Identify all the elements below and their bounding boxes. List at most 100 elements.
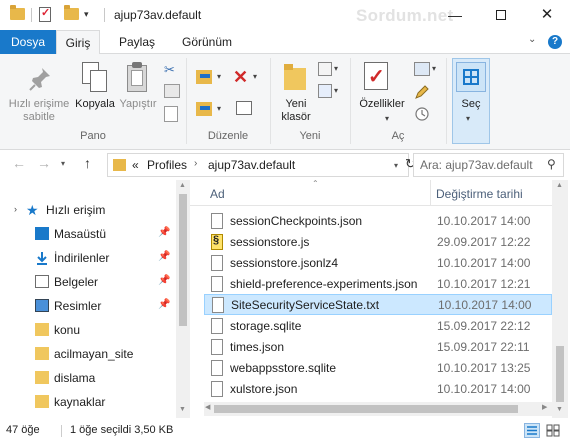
table-row[interactable]: xulstore.json 10.10.2017 14:00 xyxy=(204,379,552,400)
sidebar-item-documents[interactable]: Belgeler 📌 xyxy=(0,270,176,294)
expand-chevron-icon[interactable]: › xyxy=(14,204,17,214)
breadcrumb-profiles[interactable]: Profiles xyxy=(147,158,187,172)
column-header-date[interactable]: Değiştirme tarihi xyxy=(436,187,523,201)
scrollbar-thumb[interactable] xyxy=(556,346,564,402)
scroll-left-icon[interactable]: ◀ xyxy=(205,403,210,411)
new-item-dropdown-icon[interactable]: ▾ xyxy=(334,64,338,73)
table-row[interactable]: webappsstore.sqlite 10.10.2017 13:25 xyxy=(204,358,552,379)
pin-icon[interactable]: 📌 xyxy=(158,227,170,238)
delete-icon[interactable]: ✕ xyxy=(233,68,248,86)
file-icon xyxy=(211,276,223,292)
history-icon[interactable] xyxy=(414,106,430,122)
close-button[interactable]: ✕ xyxy=(524,0,570,30)
paste-button[interactable]: Yapıştır xyxy=(117,98,159,111)
file-name: times.json xyxy=(230,340,285,354)
properties-quick-icon[interactable] xyxy=(39,6,51,22)
sidebar-item-dislama[interactable]: dislama xyxy=(0,366,176,390)
details-view-icon[interactable] xyxy=(524,423,540,438)
sidebar-item-desktop[interactable]: Masaüstü 📌 xyxy=(0,222,176,246)
copy-button[interactable]: Kopyala xyxy=(74,98,116,111)
sidebar-item-kaynaklar[interactable]: kaynaklar xyxy=(0,390,176,414)
copy-to-icon[interactable] xyxy=(196,98,216,118)
column-divider[interactable] xyxy=(430,180,431,206)
pin-quick-access-button[interactable]: Hızlı erişime sabitle xyxy=(6,98,72,124)
scroll-up-icon[interactable]: ▲ xyxy=(556,182,563,189)
copy-to-dropdown-icon[interactable]: ▾ xyxy=(217,104,221,113)
up-arrow-icon[interactable]: ↑ xyxy=(84,155,91,171)
new-folder-button[interactable]: Yeni klasör xyxy=(276,98,316,124)
new-item-icon[interactable] xyxy=(318,62,332,76)
sidebar-item-downloads[interactable]: İndirilenler 📌 xyxy=(0,246,176,270)
address-bar[interactable]: « Profiles › ajup73av.default xyxy=(107,153,409,177)
collapse-ribbon-icon[interactable]: ⌄ xyxy=(528,34,536,45)
scroll-down-icon[interactable]: ▼ xyxy=(179,406,186,413)
delete-dropdown-icon[interactable]: ▾ xyxy=(253,72,257,81)
table-row[interactable]: shield-preference-experiments.json 10.10… xyxy=(204,274,552,295)
tab-share[interactable]: Paylaş xyxy=(112,30,162,54)
new-folder-quick-icon[interactable] xyxy=(64,5,79,20)
edit-icon[interactable] xyxy=(414,84,430,100)
easy-access-icon[interactable] xyxy=(318,84,332,98)
properties-dropdown-icon[interactable]: ▾ xyxy=(385,114,389,123)
minimize-button[interactable]: — xyxy=(432,0,478,30)
address-overflow[interactable]: « xyxy=(132,158,139,172)
move-to-icon[interactable] xyxy=(196,66,216,86)
column-header-row: ⌃ Ad Değiştirme tarihi xyxy=(190,179,556,206)
back-arrow-icon[interactable]: ← xyxy=(12,155,26,171)
scrollbar-thumb[interactable] xyxy=(214,405,518,413)
search-icon[interactable]: ⚲ xyxy=(547,157,556,171)
cut-icon[interactable]: ✂ xyxy=(164,62,175,78)
pin-icon[interactable]: 📌 xyxy=(158,251,170,262)
open-dropdown-icon[interactable]: ▾ xyxy=(432,64,436,73)
nav-pane-scrollbar[interactable]: ▲ ▼ xyxy=(176,180,190,418)
breadcrumb-current[interactable]: ajup73av.default xyxy=(208,158,295,172)
scroll-up-icon[interactable]: ▲ xyxy=(179,182,186,189)
breadcrumb-separator[interactable]: › xyxy=(194,158,197,169)
sidebar-item-acilmayan-site[interactable]: acilmayan_site xyxy=(0,342,176,366)
status-separator xyxy=(61,425,62,437)
nav-quick-access[interactable]: › ★ Hızlı erişim xyxy=(0,198,176,222)
tab-home[interactable]: Giriş xyxy=(56,30,100,55)
table-row-selected[interactable]: SiteSecurityServiceState.txt 10.10.2017 … xyxy=(204,294,552,315)
large-icons-view-icon[interactable] xyxy=(545,423,561,438)
tab-file[interactable]: Dosya xyxy=(0,30,56,54)
file-list-scrollbar[interactable]: ▲ ▼ xyxy=(552,180,568,418)
table-row[interactable]: sessionstore.js 29.09.2017 12:22 xyxy=(204,232,552,253)
properties-button[interactable]: Özellikler xyxy=(354,98,410,111)
nav-label: Belgeler xyxy=(54,275,99,289)
address-dropdown-icon[interactable]: ▾ xyxy=(394,161,398,170)
help-icon[interactable]: ? xyxy=(548,35,562,49)
scrollbar-thumb[interactable] xyxy=(179,194,187,326)
new-folder-label-line1: Yeni xyxy=(285,98,307,110)
table-row[interactable]: times.json 15.09.2017 22:11 xyxy=(204,337,552,358)
sidebar-item-konu[interactable]: konu xyxy=(0,318,176,342)
pin-icon[interactable]: 📌 xyxy=(158,275,170,286)
easy-access-dropdown-icon[interactable]: ▾ xyxy=(334,86,338,95)
tab-view[interactable]: Görünüm xyxy=(174,30,240,54)
scroll-down-icon[interactable]: ▼ xyxy=(556,406,563,413)
copy-path-icon[interactable] xyxy=(164,84,180,98)
table-row[interactable]: storage.sqlite 15.09.2017 22:12 xyxy=(204,316,552,337)
file-name: sessionCheckpoints.json xyxy=(230,214,363,228)
table-row[interactable]: sessionCheckpoints.json 10.10.2017 14:00 xyxy=(204,211,552,232)
maximize-button[interactable] xyxy=(478,0,524,30)
forward-arrow-icon[interactable]: → xyxy=(37,155,51,171)
pin-label-line2: sabitle xyxy=(23,111,55,123)
group-separator xyxy=(446,58,447,144)
column-header-name[interactable]: Ad xyxy=(210,187,225,201)
paste-shortcut-icon[interactable] xyxy=(164,106,178,122)
horizontal-scrollbar[interactable]: ◀ ▶ xyxy=(204,402,552,416)
table-row[interactable]: sessionstore.jsonlz4 10.10.2017 14:00 xyxy=(204,253,552,274)
select-dropdown-icon[interactable]: ▾ xyxy=(466,114,470,123)
file-date: 15.09.2017 22:12 xyxy=(437,319,531,333)
scroll-right-icon[interactable]: ▶ xyxy=(542,403,547,411)
search-box[interactable]: Ara: ajup73av.default ⚲ xyxy=(413,153,564,177)
pin-icon[interactable]: 📌 xyxy=(158,299,170,310)
open-icon[interactable] xyxy=(414,62,430,76)
recent-locations-icon[interactable]: ▾ xyxy=(61,159,65,168)
move-to-dropdown-icon[interactable]: ▾ xyxy=(217,72,221,81)
sidebar-item-pictures[interactable]: Resimler 📌 xyxy=(0,294,176,318)
customize-quick-access-icon[interactable]: ▾ xyxy=(84,9,89,20)
nav-label: Resimler xyxy=(54,299,102,313)
rename-icon[interactable] xyxy=(236,101,252,115)
